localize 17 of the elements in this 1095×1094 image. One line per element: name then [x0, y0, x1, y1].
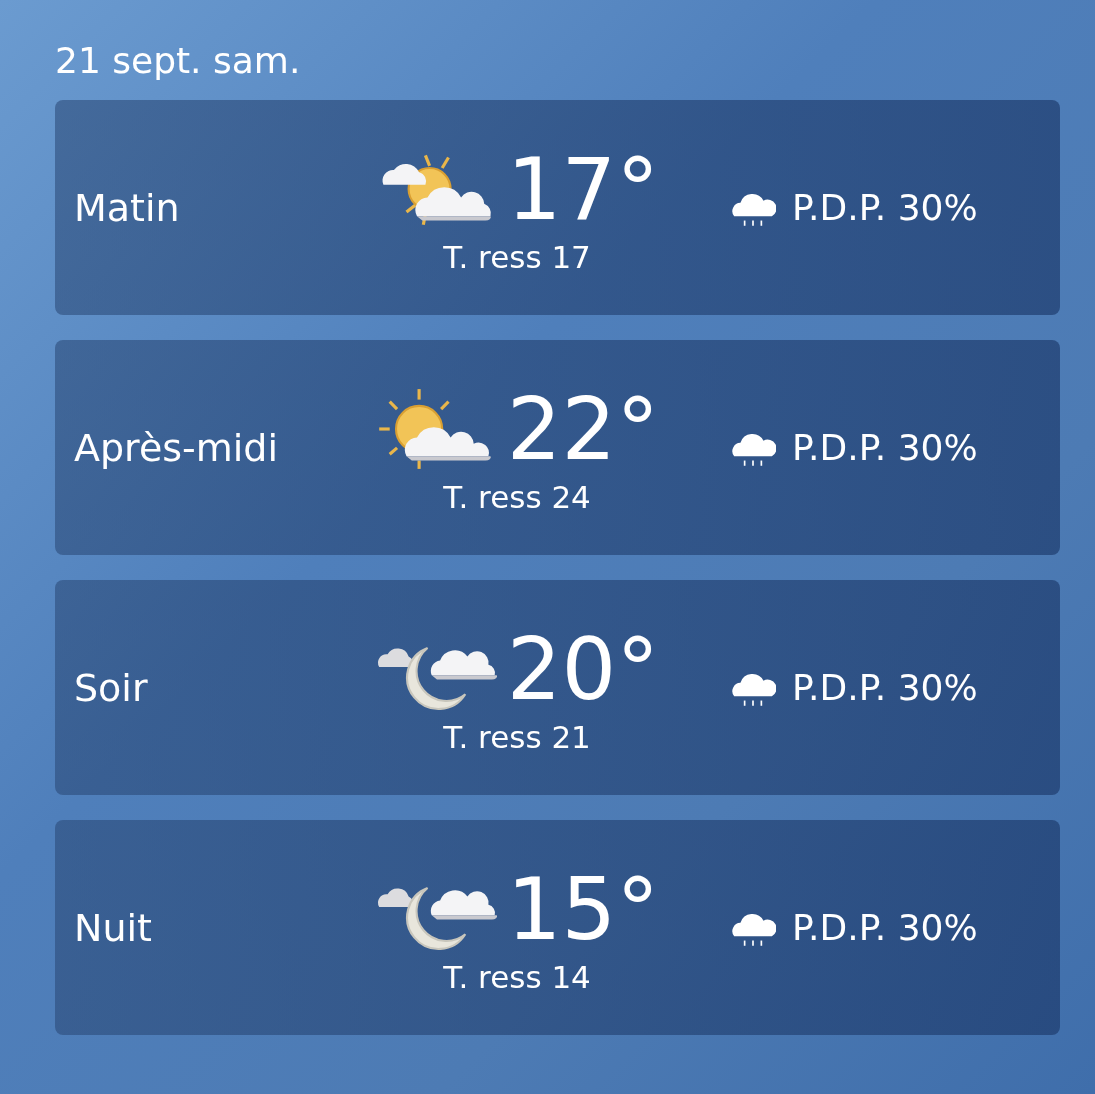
precipitation-chance: P.D.P. 30% [792, 187, 978, 228]
period-name: Nuit [74, 905, 153, 950]
precipitation-chance: P.D.P. 30% [792, 907, 978, 948]
precipitation-chance: P.D.P. 30% [792, 667, 978, 708]
temperature: 22° [506, 380, 660, 477]
feels-like-temperature: T. ress 21 [443, 718, 591, 755]
date-heading: 21 sept. sam. [55, 39, 302, 83]
feels-like-temperature: T. ress 17 [443, 238, 591, 275]
temperature: 20° [506, 620, 660, 717]
temperature: 15° [506, 860, 660, 957]
feels-like-temperature: T. ress 14 [443, 958, 591, 995]
precipitation-chance: P.D.P. 30% [792, 427, 978, 468]
period-name: Matin [74, 185, 181, 230]
feels-like-temperature: T. ress 24 [443, 478, 591, 515]
period-name: Après-midi [74, 425, 280, 470]
temperature: 17° [506, 140, 660, 237]
period-name: Soir [74, 665, 149, 710]
